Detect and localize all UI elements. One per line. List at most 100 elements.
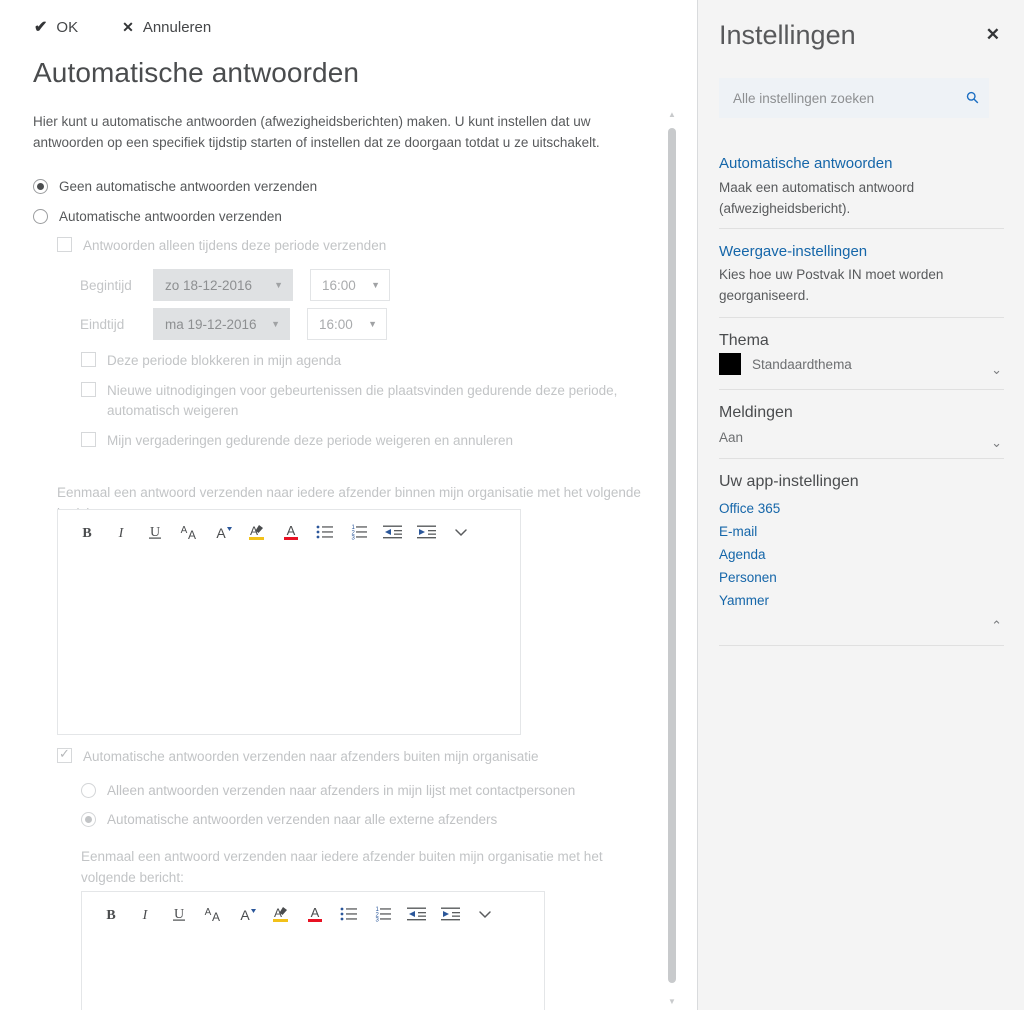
settings-search[interactable]: ⚲ xyxy=(719,78,989,118)
theme-value: Standaardthema xyxy=(752,357,852,372)
page-title: Automatische antwoorden xyxy=(33,57,360,88)
end-time-value: 16:00 xyxy=(319,316,353,332)
scroll-down-icon[interactable]: ▼ xyxy=(664,993,680,1010)
numbered-list-icon[interactable]: 1 2 3 xyxy=(366,897,400,931)
font-color-icon[interactable]: A xyxy=(274,515,308,549)
svg-text:I: I xyxy=(142,908,149,923)
scroll-up-icon[interactable]: ▲ xyxy=(664,106,680,123)
italic-icon[interactable]: I xyxy=(104,515,138,549)
radio-contacts-only[interactable]: Alleen antwoorden verzenden naar afzende… xyxy=(81,782,661,799)
bold-icon[interactable]: B xyxy=(70,515,104,549)
radio-all-external[interactable]: Automatische antwoorden verzenden naar a… xyxy=(81,811,661,828)
settings-desc-display: Kies hoe uw Postvak IN moet worden georg… xyxy=(719,267,944,303)
radio-no-auto-replies[interactable]: Geen automatische antwoorden verzenden xyxy=(33,178,633,195)
settings-divider xyxy=(719,458,1004,459)
app-root: ✔ OK ✕ Annuleren Automatische antwoorden… xyxy=(0,0,1024,1010)
checkbox-decline-meetings[interactable]: Mijn vergaderingen gedurende deze period… xyxy=(81,431,641,451)
internal-message-body[interactable] xyxy=(58,554,520,734)
svg-text:B: B xyxy=(82,526,91,541)
cancel-button-label: Annuleren xyxy=(142,18,212,36)
external-message-editor[interactable]: B I U A A A A A 1 2 3 xyxy=(81,891,545,1010)
external-message-body[interactable] xyxy=(82,936,544,1010)
underline-icon[interactable]: U xyxy=(162,897,196,931)
font-grow-icon[interactable]: A xyxy=(230,897,264,931)
command-bar: ✔ OK ✕ Annuleren xyxy=(0,0,684,54)
check-icon: ✔ xyxy=(34,19,48,36)
increase-indent-icon[interactable] xyxy=(410,515,444,549)
settings-panel: Instellingen ✕ ⚲ Automatische antwoorden… xyxy=(698,0,1024,1010)
settings-title: Instellingen xyxy=(719,20,856,50)
search-input[interactable] xyxy=(731,89,968,107)
svg-text:A: A xyxy=(240,907,250,923)
italic-icon[interactable]: I xyxy=(128,897,162,931)
settings-link-auto-replies[interactable]: Automatische antwoorden xyxy=(719,155,892,172)
checkbox-external-replies[interactable]: Automatische antwoorden verzenden naar a… xyxy=(57,746,657,767)
checkbox-indicator xyxy=(81,432,96,447)
chevron-down-icon[interactable]: ⌄ xyxy=(991,363,1002,376)
svg-text:A: A xyxy=(216,525,226,541)
cancel-button[interactable]: ✕ Annuleren xyxy=(122,19,211,36)
svg-text:3: 3 xyxy=(376,918,380,924)
settings-desc-auto-replies: Maak een automatisch antwoord (afwezighe… xyxy=(719,180,915,216)
svg-text:A: A xyxy=(212,910,220,924)
highlight-color-icon[interactable]: A xyxy=(264,897,298,931)
radio-indicator xyxy=(33,209,48,224)
ok-button-label: OK xyxy=(56,18,79,36)
checkbox-indicator xyxy=(57,746,72,763)
font-size-icon[interactable]: A A xyxy=(196,897,230,931)
app-link-email[interactable]: E-mail xyxy=(719,524,757,539)
start-time-label: Begintijd xyxy=(80,277,132,293)
checkbox-external-replies-label: Automatische antwoorden verzenden naar a… xyxy=(83,749,539,764)
svg-text:A: A xyxy=(287,523,296,538)
notifications-heading: Meldingen xyxy=(719,404,793,421)
checkbox-period-only[interactable]: Antwoorden alleen tijdens deze periode v… xyxy=(57,236,627,256)
scroll-thumb[interactable] xyxy=(668,128,676,983)
font-size-icon[interactable]: A A xyxy=(172,515,206,549)
settings-link-display[interactable]: Weergave-instellingen xyxy=(719,243,867,260)
svg-text:I: I xyxy=(118,526,125,541)
end-time-dropdown[interactable]: 16:00 ▼ xyxy=(307,308,387,340)
more-formatting-icon[interactable] xyxy=(444,515,478,549)
bulleted-list-icon[interactable] xyxy=(332,897,366,931)
highlight-color-icon[interactable]: A xyxy=(240,515,274,549)
decrease-indent-icon[interactable] xyxy=(400,897,434,931)
app-link-office365[interactable]: Office 365 xyxy=(719,501,780,516)
app-link-personen[interactable]: Personen xyxy=(719,570,777,585)
numbered-list-icon[interactable]: 1 2 3 xyxy=(342,515,376,549)
end-date-dropdown[interactable]: ma 19-12-2016 ▼ xyxy=(153,308,290,340)
app-link-yammer[interactable]: Yammer xyxy=(719,593,769,608)
radio-send-auto-replies[interactable]: Automatische antwoorden verzenden xyxy=(33,208,633,225)
start-time-dropdown[interactable]: 16:00 ▼ xyxy=(310,269,390,301)
bold-icon[interactable]: B xyxy=(94,897,128,931)
start-time-row: Begintijd zo 18-12-2016 ▼ 16:00 ▼ xyxy=(80,269,390,301)
chevron-down-icon: ▼ xyxy=(271,319,280,329)
vertical-scrollbar[interactable]: ▲ ▼ xyxy=(664,106,680,1010)
editor-toolbar: B I U A A A A A 1 2 3 xyxy=(58,510,520,554)
decrease-indent-icon[interactable] xyxy=(376,515,410,549)
start-date-dropdown[interactable]: zo 18-12-2016 ▼ xyxy=(153,269,293,301)
checkbox-block-calendar[interactable]: Deze periode blokkeren in mijn agenda xyxy=(81,351,641,371)
intro-text: Hier kunt u automatische antwoorden (afw… xyxy=(33,114,600,150)
font-grow-icon[interactable]: A xyxy=(206,515,240,549)
increase-indent-icon[interactable] xyxy=(434,897,468,931)
internal-message-editor[interactable]: B I U A A A A A 1 2 3 xyxy=(57,509,521,735)
ok-button[interactable]: ✔ OK xyxy=(34,17,78,37)
settings-divider xyxy=(719,389,1004,390)
chevron-up-icon[interactable]: ⌃ xyxy=(991,619,1002,632)
theme-swatch[interactable] xyxy=(719,353,741,375)
checkbox-decline-new-invites[interactable]: Nieuwe uitnodigingen voor gebeurtenissen… xyxy=(81,381,659,421)
underline-icon[interactable]: U xyxy=(138,515,172,549)
checkbox-decline-meetings-label: Mijn vergaderingen gedurende deze period… xyxy=(107,433,514,448)
end-time-label: Eindtijd xyxy=(80,316,125,332)
font-color-icon[interactable]: A xyxy=(298,897,332,931)
pane-divider xyxy=(684,0,698,1010)
settings-divider xyxy=(719,317,1004,318)
close-icon[interactable]: ✕ xyxy=(986,26,1000,43)
bulleted-list-icon[interactable] xyxy=(308,515,342,549)
svg-text:A: A xyxy=(205,907,212,918)
more-formatting-icon[interactable] xyxy=(468,897,502,931)
app-link-agenda[interactable]: Agenda xyxy=(719,547,766,562)
chevron-down-icon[interactable]: ⌄ xyxy=(991,436,1002,449)
radio-indicator xyxy=(33,179,48,194)
start-date-value: zo 18-12-2016 xyxy=(165,277,253,293)
